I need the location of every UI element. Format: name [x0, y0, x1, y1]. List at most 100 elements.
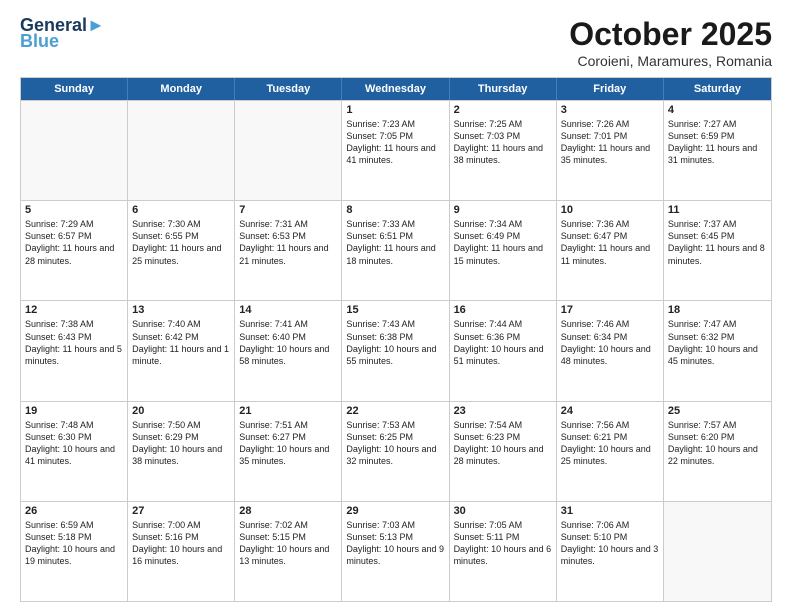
- header: General► Blue October 2025 Coroieni, Mar…: [20, 16, 772, 69]
- day-number: 28: [239, 505, 337, 517]
- calendar-cell: 16 Sunrise: 7:44 AM Sunset: 6:36 PM Dayli…: [450, 301, 557, 400]
- calendar-cell: 6 Sunrise: 7:30 AM Sunset: 6:55 PM Daylig…: [128, 201, 235, 300]
- calendar-row-4: 26 Sunrise: 6:59 AM Sunset: 5:18 PM Dayli…: [21, 501, 771, 601]
- day-info: Sunrise: 7:25 AM Sunset: 7:03 PM Dayligh…: [454, 118, 552, 167]
- day-number: 25: [668, 405, 767, 417]
- calendar-row-3: 19 Sunrise: 7:48 AM Sunset: 6:30 PM Dayli…: [21, 401, 771, 501]
- day-number: 10: [561, 204, 659, 216]
- logo-blue: Blue: [20, 32, 59, 50]
- day-info: Sunrise: 7:36 AM Sunset: 6:47 PM Dayligh…: [561, 218, 659, 267]
- calendar-cell: 22 Sunrise: 7:53 AM Sunset: 6:25 PM Dayli…: [342, 402, 449, 501]
- calendar-cell: 7 Sunrise: 7:31 AM Sunset: 6:53 PM Daylig…: [235, 201, 342, 300]
- day-number: 3: [561, 104, 659, 116]
- day-info: Sunrise: 7:00 AM Sunset: 5:16 PM Dayligh…: [132, 519, 230, 568]
- day-number: 24: [561, 405, 659, 417]
- calendar-cell: 12 Sunrise: 7:38 AM Sunset: 6:43 PM Dayli…: [21, 301, 128, 400]
- day-number: 23: [454, 405, 552, 417]
- day-number: 13: [132, 304, 230, 316]
- day-info: Sunrise: 6:59 AM Sunset: 5:18 PM Dayligh…: [25, 519, 123, 568]
- calendar-cell: 25 Sunrise: 7:57 AM Sunset: 6:20 PM Dayli…: [664, 402, 771, 501]
- calendar-cell: 10 Sunrise: 7:36 AM Sunset: 6:47 PM Dayli…: [557, 201, 664, 300]
- calendar-cell: 21Sunrise: 7:51 AM Sunset: 6:27 PM Dayli…: [235, 402, 342, 501]
- calendar-row-2: 12 Sunrise: 7:38 AM Sunset: 6:43 PM Dayli…: [21, 300, 771, 400]
- day-info: Sunrise: 7:29 AM Sunset: 6:57 PM Dayligh…: [25, 218, 123, 267]
- day-number: 27: [132, 505, 230, 517]
- calendar-cell: 8Sunrise: 7:33 AM Sunset: 6:51 PM Daylig…: [342, 201, 449, 300]
- calendar-cell: 13Sunrise: 7:40 AM Sunset: 6:42 PM Dayli…: [128, 301, 235, 400]
- calendar-cell: 17 Sunrise: 7:46 AM Sunset: 6:34 PM Dayli…: [557, 301, 664, 400]
- calendar-cell: 2 Sunrise: 7:25 AM Sunset: 7:03 PM Daylig…: [450, 101, 557, 200]
- calendar: Sunday Monday Tuesday Wednesday Thursday…: [20, 77, 772, 602]
- calendar-cell: 3 Sunrise: 7:26 AM Sunset: 7:01 PM Daylig…: [557, 101, 664, 200]
- day-info: Sunrise: 7:48 AM Sunset: 6:30 PM Dayligh…: [25, 419, 123, 468]
- calendar-cell: 19 Sunrise: 7:48 AM Sunset: 6:30 PM Dayli…: [21, 402, 128, 501]
- calendar-header: Sunday Monday Tuesday Wednesday Thursday…: [21, 78, 771, 100]
- header-tuesday: Tuesday: [235, 78, 342, 100]
- calendar-cell: 9Sunrise: 7:34 AM Sunset: 6:49 PM Daylig…: [450, 201, 557, 300]
- calendar-cell: [21, 101, 128, 200]
- day-number: 1: [346, 104, 444, 116]
- day-info: Sunrise: 7:31 AM Sunset: 6:53 PM Dayligh…: [239, 218, 337, 267]
- header-wednesday: Wednesday: [342, 78, 449, 100]
- day-info: Sunrise: 7:33 AM Sunset: 6:51 PM Dayligh…: [346, 218, 444, 267]
- day-number: 15: [346, 304, 444, 316]
- day-number: 12: [25, 304, 123, 316]
- header-saturday: Saturday: [664, 78, 771, 100]
- day-number: 26: [25, 505, 123, 517]
- calendar-cell: [128, 101, 235, 200]
- day-number: 21: [239, 405, 337, 417]
- day-info: Sunrise: 7:41 AM Sunset: 6:40 PM Dayligh…: [239, 318, 337, 367]
- logo: General► Blue: [20, 16, 105, 50]
- day-number: 19: [25, 405, 123, 417]
- day-info: Sunrise: 7:57 AM Sunset: 6:20 PM Dayligh…: [668, 419, 767, 468]
- day-info: Sunrise: 7:02 AM Sunset: 5:15 PM Dayligh…: [239, 519, 337, 568]
- day-number: 2: [454, 104, 552, 116]
- calendar-row-1: 5 Sunrise: 7:29 AM Sunset: 6:57 PM Daylig…: [21, 200, 771, 300]
- calendar-cell: 28 Sunrise: 7:02 AM Sunset: 5:15 PM Dayli…: [235, 502, 342, 601]
- day-number: 7: [239, 204, 337, 216]
- day-info: Sunrise: 7:30 AM Sunset: 6:55 PM Dayligh…: [132, 218, 230, 267]
- day-number: 30: [454, 505, 552, 517]
- day-number: 14: [239, 304, 337, 316]
- header-thursday: Thursday: [450, 78, 557, 100]
- day-info: Sunrise: 7:03 AM Sunset: 5:13 PM Dayligh…: [346, 519, 444, 568]
- header-sunday: Sunday: [21, 78, 128, 100]
- day-number: 5: [25, 204, 123, 216]
- day-info: Sunrise: 7:38 AM Sunset: 6:43 PM Dayligh…: [25, 318, 123, 367]
- page: General► Blue October 2025 Coroieni, Mar…: [0, 0, 792, 612]
- calendar-cell: 1 Sunrise: 7:23 AM Sunset: 7:05 PM Daylig…: [342, 101, 449, 200]
- header-friday: Friday: [557, 78, 664, 100]
- day-number: 4: [668, 104, 767, 116]
- calendar-body: 1 Sunrise: 7:23 AM Sunset: 7:05 PM Daylig…: [21, 100, 771, 601]
- day-info: Sunrise: 7:56 AM Sunset: 6:21 PM Dayligh…: [561, 419, 659, 468]
- calendar-cell: 29 Sunrise: 7:03 AM Sunset: 5:13 PM Dayli…: [342, 502, 449, 601]
- day-info: Sunrise: 7:23 AM Sunset: 7:05 PM Dayligh…: [346, 118, 444, 167]
- calendar-cell: 24 Sunrise: 7:56 AM Sunset: 6:21 PM Dayli…: [557, 402, 664, 501]
- day-info: Sunrise: 7:46 AM Sunset: 6:34 PM Dayligh…: [561, 318, 659, 367]
- day-info: Sunrise: 7:37 AM Sunset: 6:45 PM Dayligh…: [668, 218, 767, 267]
- day-info: Sunrise: 7:05 AM Sunset: 5:11 PM Dayligh…: [454, 519, 552, 568]
- title-block: October 2025 Coroieni, Maramures, Romani…: [569, 16, 772, 69]
- calendar-cell: 4Sunrise: 7:27 AM Sunset: 6:59 PM Daylig…: [664, 101, 771, 200]
- day-info: Sunrise: 7:43 AM Sunset: 6:38 PM Dayligh…: [346, 318, 444, 367]
- day-number: 16: [454, 304, 552, 316]
- day-number: 20: [132, 405, 230, 417]
- day-info: Sunrise: 7:44 AM Sunset: 6:36 PM Dayligh…: [454, 318, 552, 367]
- calendar-cell: [235, 101, 342, 200]
- day-number: 9: [454, 204, 552, 216]
- day-info: Sunrise: 7:50 AM Sunset: 6:29 PM Dayligh…: [132, 419, 230, 468]
- day-info: Sunrise: 7:06 AM Sunset: 5:10 PM Dayligh…: [561, 519, 659, 568]
- header-monday: Monday: [128, 78, 235, 100]
- day-number: 11: [668, 204, 767, 216]
- subtitle: Coroieni, Maramures, Romania: [569, 53, 772, 69]
- calendar-cell: 26 Sunrise: 6:59 AM Sunset: 5:18 PM Dayli…: [21, 502, 128, 601]
- day-number: 22: [346, 405, 444, 417]
- calendar-row-0: 1 Sunrise: 7:23 AM Sunset: 7:05 PM Daylig…: [21, 100, 771, 200]
- calendar-cell: 30 Sunrise: 7:05 AM Sunset: 5:11 PM Dayli…: [450, 502, 557, 601]
- day-number: 17: [561, 304, 659, 316]
- calendar-cell: 27 Sunrise: 7:00 AM Sunset: 5:16 PM Dayli…: [128, 502, 235, 601]
- day-info: Sunrise: 7:26 AM Sunset: 7:01 PM Dayligh…: [561, 118, 659, 167]
- day-number: 6: [132, 204, 230, 216]
- day-number: 29: [346, 505, 444, 517]
- day-info: Sunrise: 7:53 AM Sunset: 6:25 PM Dayligh…: [346, 419, 444, 468]
